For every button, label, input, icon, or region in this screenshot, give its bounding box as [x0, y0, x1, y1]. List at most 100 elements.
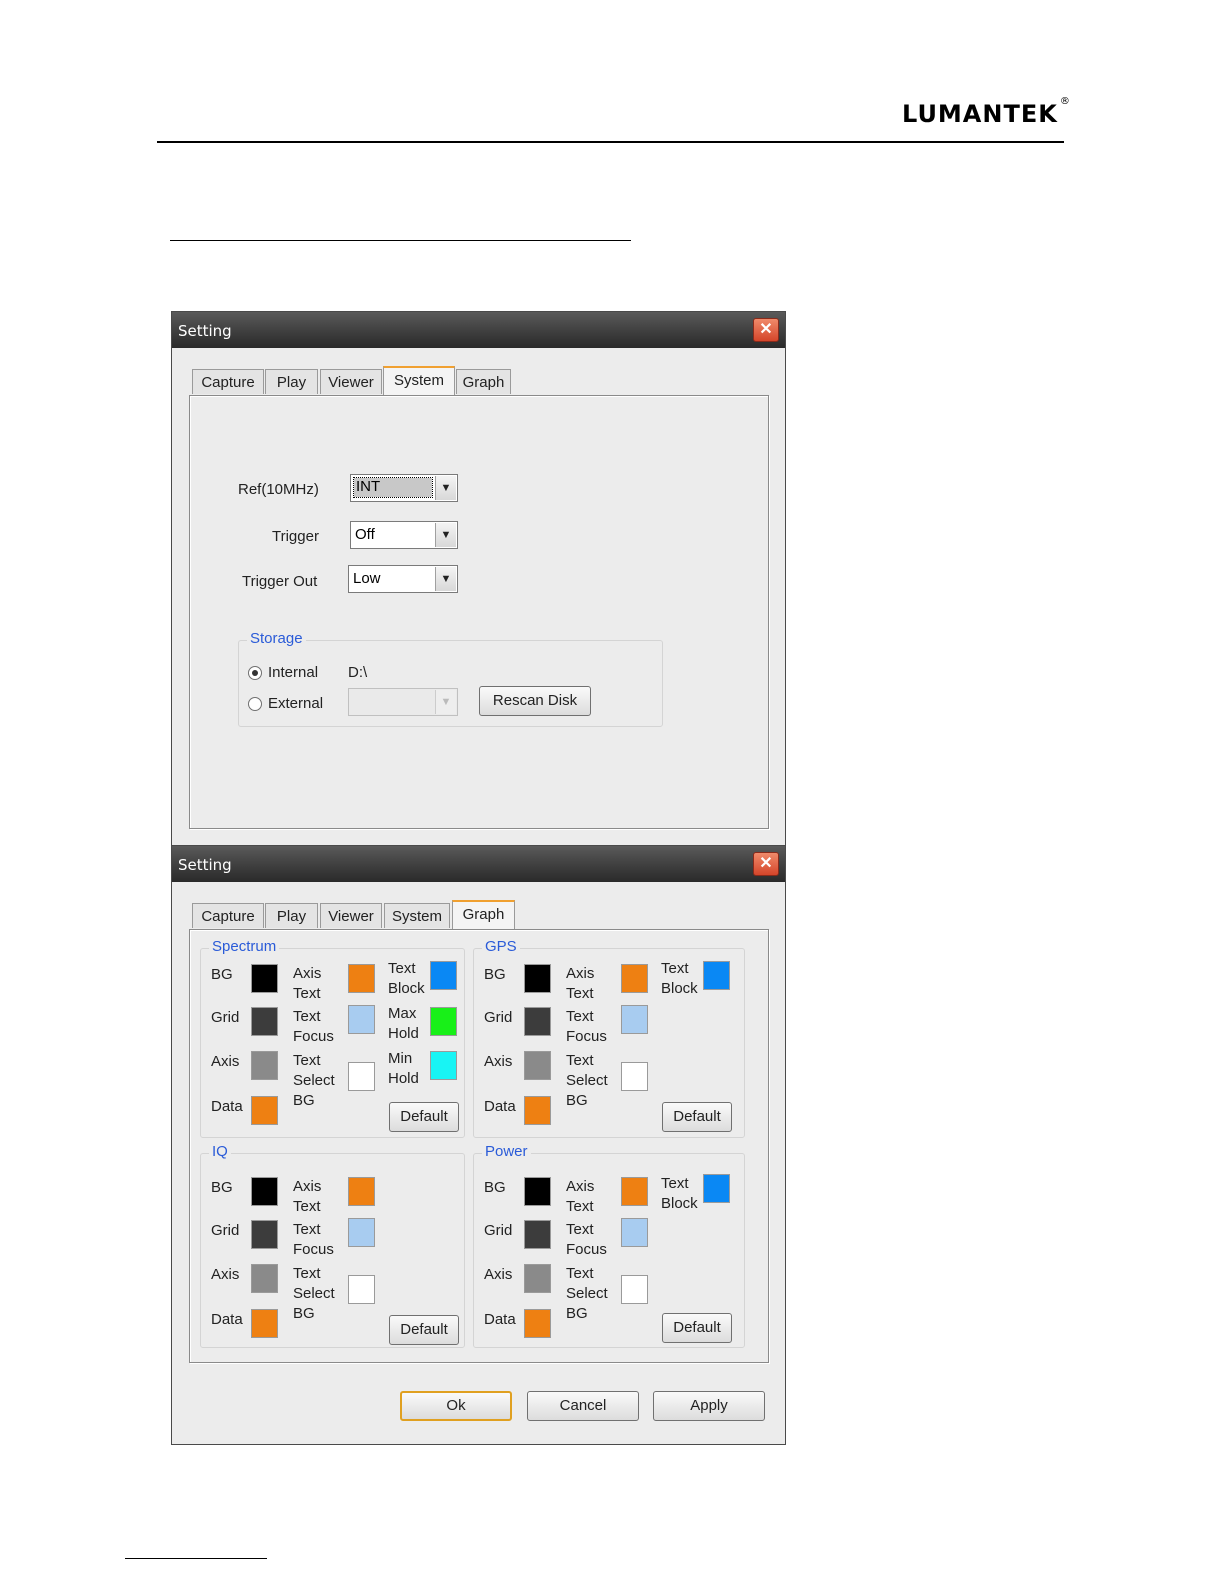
axis-color-swatch[interactable]: [251, 1051, 278, 1080]
axis-text-color-swatch[interactable]: [348, 1177, 375, 1206]
trigger-select[interactable]: Off ▼: [350, 521, 458, 549]
text-select-bg-label: Text Select BG: [293, 1265, 335, 1322]
power-default-button[interactable]: Default: [662, 1313, 732, 1343]
grid-label: Grid: [211, 1222, 240, 1239]
header-rule: [157, 141, 1064, 143]
ref-label: Ref(10MHz): [238, 481, 319, 498]
chevron-down-icon[interactable]: ▼: [435, 523, 456, 547]
gps-group: GPS BG Grid Axis Data Axis Text Text Focus…: [473, 938, 745, 1138]
text-block-label: Text Block: [388, 960, 425, 997]
gps-title: GPS: [482, 938, 520, 955]
tab-viewer[interactable]: Viewer: [320, 369, 382, 394]
axis-text-label: Axis Text: [566, 965, 595, 1002]
text-select-bg-color-swatch[interactable]: [348, 1275, 375, 1304]
data-color-swatch[interactable]: [524, 1096, 551, 1125]
tab-play[interactable]: Play: [265, 369, 318, 394]
text-select-bg-color-swatch[interactable]: [621, 1275, 648, 1304]
data-color-swatch[interactable]: [524, 1309, 551, 1338]
ref-select[interactable]: INT ▼: [350, 474, 458, 502]
apply-button[interactable]: Apply: [653, 1391, 765, 1421]
trigger-out-select[interactable]: Low ▼: [348, 565, 458, 593]
axis-text-label: Axis Text: [566, 1178, 595, 1215]
tab-viewer[interactable]: Viewer: [320, 903, 382, 928]
text-focus-color-swatch[interactable]: [621, 1005, 648, 1034]
text-focus-label: Text Focus: [293, 1008, 334, 1045]
spectrum-group: Spectrum BG Grid Axis Data Axis Text Text…: [200, 938, 465, 1138]
chevron-down-icon[interactable]: ▼: [435, 690, 456, 714]
tab-capture[interactable]: Capture: [192, 369, 264, 394]
axis-label: Axis: [211, 1053, 240, 1070]
grid-label: Grid: [484, 1222, 513, 1239]
rescan-disk-button[interactable]: Rescan Disk: [479, 686, 591, 716]
axis-text-label: Axis Text: [293, 1178, 322, 1215]
axis-label: Axis: [211, 1266, 240, 1283]
tab-system[interactable]: System: [383, 366, 455, 395]
grid-color-swatch[interactable]: [251, 1220, 278, 1249]
text-block-color-swatch[interactable]: [703, 961, 730, 990]
data-color-swatch[interactable]: [251, 1309, 278, 1338]
data-color-swatch[interactable]: [251, 1096, 278, 1125]
close-icon[interactable]: ✕: [753, 852, 779, 876]
title-underline: [170, 240, 631, 241]
axis-color-swatch[interactable]: [524, 1051, 551, 1080]
ok-button[interactable]: Ok: [400, 1391, 512, 1421]
cancel-button[interactable]: Cancel: [527, 1391, 639, 1421]
text-select-bg-color-swatch[interactable]: [621, 1062, 648, 1091]
storage-title: Storage: [247, 630, 306, 647]
close-icon[interactable]: ✕: [753, 318, 779, 342]
company-logo: LUMANTEK ®: [902, 96, 1071, 128]
trigger-out-value: Low: [353, 570, 381, 587]
text-focus-color-swatch[interactable]: [348, 1005, 375, 1034]
tab-system[interactable]: System: [384, 903, 450, 928]
iq-default-button[interactable]: Default: [389, 1315, 459, 1345]
chevron-down-icon[interactable]: ▼: [435, 476, 456, 500]
axis-color-swatch[interactable]: [524, 1264, 551, 1293]
grid-label: Grid: [484, 1009, 513, 1026]
external-radio[interactable]: [248, 697, 262, 711]
text-focus-color-swatch[interactable]: [348, 1218, 375, 1247]
tab-graph[interactable]: Graph: [456, 369, 511, 394]
max-hold-label: Max Hold: [388, 1005, 419, 1042]
title-bar[interactable]: Setting ✕: [172, 846, 785, 882]
max-hold-color-swatch[interactable]: [430, 1007, 457, 1036]
min-hold-color-swatch[interactable]: [430, 1051, 457, 1080]
grid-color-swatch[interactable]: [524, 1007, 551, 1036]
text-block-label: Text Block: [661, 1175, 698, 1212]
tab-graph[interactable]: Graph: [452, 900, 515, 929]
axis-text-color-swatch[interactable]: [348, 964, 375, 993]
text-block-color-swatch[interactable]: [703, 1174, 730, 1203]
gps-default-button[interactable]: Default: [662, 1102, 732, 1132]
text-focus-label: Text Focus: [293, 1221, 334, 1258]
bg-color-swatch[interactable]: [524, 964, 551, 993]
axis-color-swatch[interactable]: [251, 1264, 278, 1293]
bg-color-swatch[interactable]: [251, 964, 278, 993]
bg-label: BG: [484, 1179, 506, 1196]
power-title: Power: [482, 1143, 531, 1160]
bg-color-swatch[interactable]: [251, 1177, 278, 1206]
bg-label: BG: [484, 966, 506, 983]
grid-color-swatch[interactable]: [524, 1220, 551, 1249]
text-focus-color-swatch[interactable]: [621, 1218, 648, 1247]
external-drive-select[interactable]: ▼: [348, 688, 458, 716]
axis-text-color-swatch[interactable]: [621, 1177, 648, 1206]
bg-color-swatch[interactable]: [524, 1177, 551, 1206]
grid-color-swatch[interactable]: [251, 1007, 278, 1036]
text-select-bg-label: Text Select BG: [566, 1265, 608, 1322]
internal-label: Internal: [268, 664, 319, 681]
text-block-color-swatch[interactable]: [430, 961, 457, 990]
external-label: External: [268, 695, 324, 712]
data-label: Data: [211, 1098, 243, 1115]
tab-play[interactable]: Play: [265, 903, 318, 928]
spectrum-default-button[interactable]: Default: [389, 1102, 459, 1132]
title-bar[interactable]: Setting ✕: [172, 312, 785, 348]
text-select-bg-color-swatch[interactable]: [348, 1062, 375, 1091]
text-select-bg-label: Text Select BG: [293, 1052, 335, 1109]
axis-text-color-swatch[interactable]: [621, 964, 648, 993]
chevron-down-icon[interactable]: ▼: [435, 567, 456, 591]
tab-capture[interactable]: Capture: [192, 903, 264, 928]
system-panel: Ref(10MHz) INT ▼ Trigger Off ▼ Trigger O…: [189, 395, 769, 829]
axis-text-label: Axis Text: [293, 965, 322, 1002]
internal-radio[interactable]: [248, 666, 262, 680]
bg-label: BG: [211, 1179, 233, 1196]
footer-rule: [125, 1558, 267, 1559]
